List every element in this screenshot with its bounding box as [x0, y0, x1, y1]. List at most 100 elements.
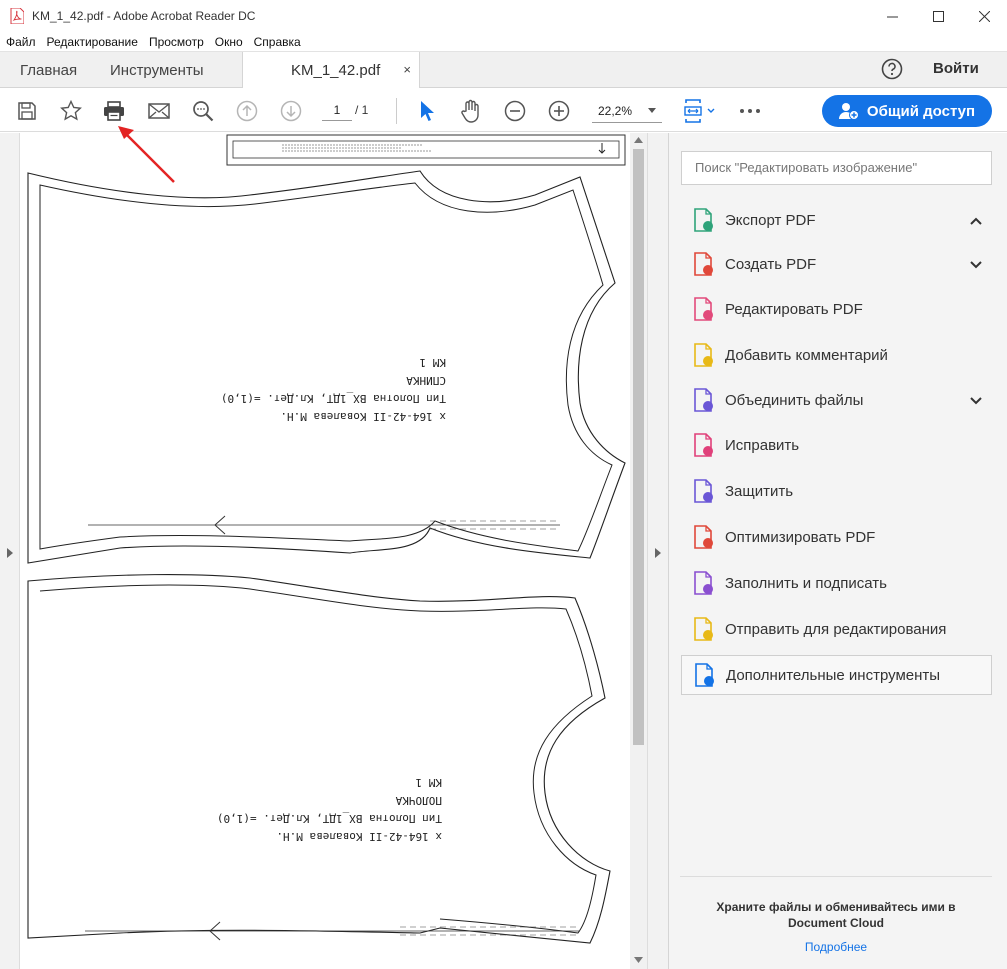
close-window-button[interactable]: [961, 0, 1007, 32]
search-zoom-icon: [193, 101, 214, 122]
tool-label: Защитить: [725, 482, 794, 500]
page-number-input[interactable]: 1: [322, 99, 352, 121]
minimize-icon: [886, 16, 898, 17]
tool-label: Исправить: [725, 436, 800, 454]
scroll-up-arrow-icon[interactable]: [634, 137, 643, 143]
tab-close-icon[interactable]: ×: [403, 62, 411, 77]
tool-item-export-pdf[interactable]: Экспорт PDF: [681, 200, 992, 240]
plus-circle-icon: [548, 100, 570, 122]
save-icon: [18, 102, 36, 120]
comment-icon: [691, 343, 715, 367]
envelope-icon: [148, 103, 170, 119]
tool-item-edit-pdf[interactable]: Редактировать PDF: [681, 289, 992, 329]
tool-item-fill-sign[interactable]: Заполнить и подписать: [681, 563, 992, 603]
fit-page-icon: [684, 99, 715, 123]
title-bar: KM_1_42.pdf - Adobe Acrobat Reader DC: [0, 0, 1007, 32]
more-options-button[interactable]: [738, 99, 762, 123]
tool-item-combine-files[interactable]: Объединить файлы: [681, 380, 992, 420]
tab-document-label: KM_1_42.pdf: [291, 62, 381, 79]
zoom-out-button[interactable]: [503, 99, 527, 123]
zoom-in-button[interactable]: [547, 99, 571, 123]
find-button[interactable]: [191, 99, 215, 123]
tool-label: Оптимизировать PDF: [725, 528, 876, 546]
tab-home[interactable]: Главная: [20, 52, 77, 88]
create-pdf-icon: [691, 252, 715, 276]
tool-item-optimize-pdf[interactable]: Оптимизировать PDF: [681, 517, 992, 557]
more-tools-icon: [692, 663, 716, 687]
toolbar-divider: [396, 98, 397, 124]
scroll-thumb[interactable]: [633, 149, 644, 745]
tab-tools[interactable]: Инструменты: [110, 52, 204, 88]
page-total: / 1: [355, 103, 369, 117]
tool-item-redact[interactable]: Исправить: [681, 425, 992, 465]
left-panel-toggle[interactable]: [0, 133, 20, 969]
combine-files-icon: [691, 388, 715, 412]
fill-sign-icon: [691, 571, 715, 595]
chevron-right-icon: [7, 548, 13, 558]
save-button[interactable]: [15, 99, 39, 123]
tab-bar: Главная Инструменты KM_1_42.pdf ×: [0, 52, 1007, 89]
menu-edit[interactable]: Редактирование: [47, 35, 138, 49]
maximize-icon: [932, 10, 944, 22]
redact-icon: [691, 433, 715, 457]
tool-label: Добавить комментарий: [725, 346, 888, 364]
more-dots-icon: [740, 109, 760, 113]
page-fit-button[interactable]: [684, 99, 716, 123]
tool-item-comment[interactable]: Добавить комментарий: [681, 335, 992, 375]
cloud-text: Храните файлы и обменивайтесь ими в Docu…: [680, 899, 992, 931]
tool-label: Объединить файлы: [725, 391, 864, 409]
chevron-down-icon: [648, 108, 656, 113]
menu-window[interactable]: Окно: [215, 35, 243, 49]
menu-view[interactable]: Просмотр: [149, 35, 204, 49]
piece2-line4: КМ 1: [416, 776, 443, 789]
pattern-drawing: х 164-42-II Ковалева М.Н. Тип Полотна ВХ…: [27, 134, 626, 944]
hand-tool-button[interactable]: [459, 99, 483, 123]
tool-label: Создать PDF: [725, 255, 817, 273]
tool-item-protect[interactable]: Защитить: [681, 471, 992, 511]
next-page-button[interactable]: [279, 99, 303, 123]
edit-pdf-icon: [691, 297, 715, 321]
piece1-line2: Тип Полотна ВХ_1ДТ, Кл.Дет. =(1,0): [221, 392, 446, 405]
printer-icon: [104, 101, 124, 121]
chevron-up-icon[interactable]: [970, 213, 982, 228]
tool-item-more-tools[interactable]: Дополнительные инструменты: [681, 655, 992, 695]
tool-item-create-pdf[interactable]: Создать PDF: [681, 244, 992, 284]
piece2-line1: х 164-42-II Ковалева М.Н.: [276, 830, 442, 843]
chevron-down-icon[interactable]: [970, 393, 982, 408]
share-label: Общий доступ: [866, 102, 976, 120]
send-review-icon: [691, 617, 715, 641]
acrobat-app-icon: [10, 8, 24, 24]
export-pdf-icon: [691, 208, 715, 232]
window-title: KM_1_42.pdf - Adobe Acrobat Reader DC: [32, 9, 256, 23]
menu-file[interactable]: Файл: [6, 35, 36, 49]
vertical-scrollbar[interactable]: [630, 133, 647, 969]
piece1-line1: х 164-42-II Ковалева М.Н.: [280, 410, 446, 423]
zoom-value: 22,2%: [598, 104, 633, 118]
menu-bar: Файл Редактирование Просмотр Окно Справк…: [0, 32, 1007, 52]
tools-search-input[interactable]: Поиск "Редактировать изображение": [681, 151, 992, 185]
menu-help[interactable]: Справка: [254, 35, 301, 49]
maximize-button[interactable]: [915, 0, 961, 32]
scroll-down-arrow-icon[interactable]: [634, 957, 643, 963]
share-button[interactable]: Общий доступ: [822, 95, 992, 127]
zoom-select[interactable]: 22,2%: [592, 99, 662, 123]
document-cloud-promo: Храните файлы и обменивайтесь ими в Docu…: [680, 876, 992, 969]
signin-button[interactable]: Войти: [933, 60, 979, 77]
pdf-page: х 164-42-II Ковалева М.Н. Тип Полотна ВХ…: [20, 133, 630, 969]
arrow-up-circle-icon: [236, 100, 258, 122]
tool-label: Дополнительные инструменты: [726, 666, 941, 684]
window-controls: [869, 0, 1007, 32]
close-icon: [978, 10, 990, 22]
help-icon[interactable]: [881, 58, 903, 80]
tab-document[interactable]: KM_1_42.pdf ×: [242, 52, 420, 89]
right-panel-toggle[interactable]: [647, 133, 668, 969]
prev-page-button[interactable]: [235, 99, 259, 123]
minus-circle-icon: [504, 100, 526, 122]
tool-item-send-review[interactable]: Отправить для редактирования: [681, 609, 992, 649]
learn-more-link[interactable]: Подробнее: [680, 940, 992, 954]
tool-label: Редактировать PDF: [725, 300, 863, 318]
bookmark-button[interactable]: [59, 99, 83, 123]
select-tool-button[interactable]: [415, 99, 439, 123]
chevron-down-icon[interactable]: [970, 257, 982, 272]
minimize-button[interactable]: [869, 0, 915, 32]
